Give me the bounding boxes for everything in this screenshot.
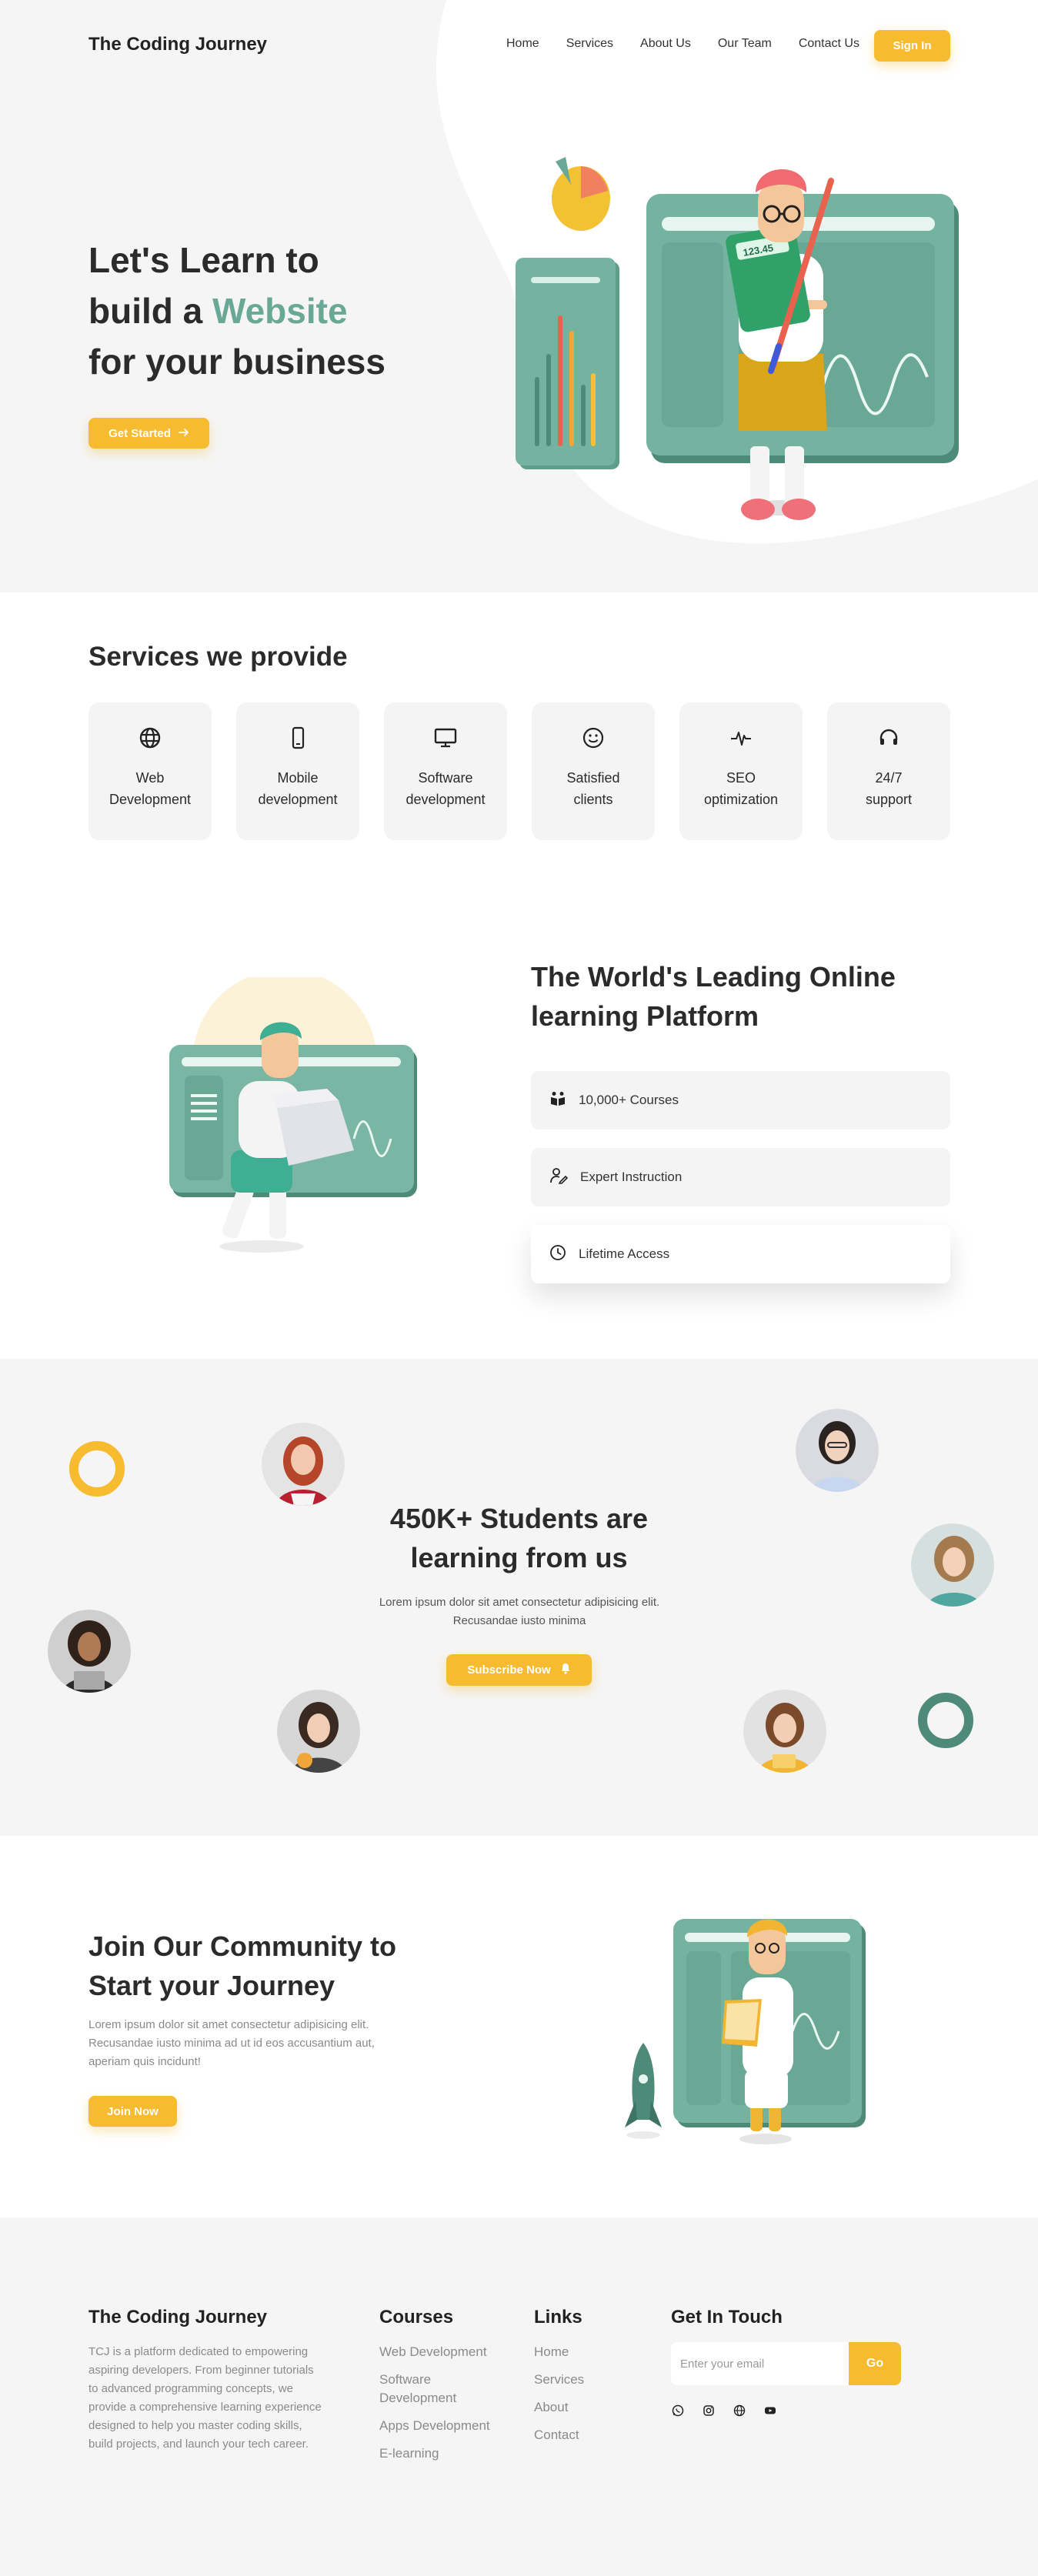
footer-links-list: Home Services About Contact	[534, 2343, 584, 2444]
student-avatar	[48, 1610, 131, 1693]
service-card-seo[interactable]: SEO optimization	[679, 702, 803, 840]
hero-illustration: 123.45	[516, 157, 959, 520]
nav-services[interactable]: Services	[566, 37, 613, 51]
smile-icon	[579, 724, 607, 752]
join-now-button[interactable]: Join Now	[88, 2096, 177, 2127]
community-title: Join Our Community to Start your Journey	[88, 1930, 396, 2001]
service-card-clients[interactable]: Satisfied clients	[532, 702, 655, 840]
headset-icon	[875, 724, 903, 752]
main-nav: Home Services About Us Our Team Contact …	[506, 37, 859, 51]
students-text: Lorem ipsum dolor sit amet consectetur a…	[379, 1596, 660, 1627]
student-avatar	[277, 1690, 360, 1773]
footer-link-contact[interactable]: Contact	[534, 2426, 584, 2444]
bell-icon	[560, 1663, 571, 1677]
feature-lifetime[interactable]: Lifetime Access	[531, 1225, 950, 1283]
globe-icon[interactable]	[733, 2404, 746, 2418]
community-illustration	[625, 1919, 866, 2144]
service-card-software[interactable]: Software development	[384, 702, 507, 840]
student-avatar	[743, 1690, 826, 1773]
pie-chart-graphic	[552, 157, 610, 231]
service-label: Satisfied clients	[566, 770, 620, 807]
email-input[interactable]	[671, 2342, 850, 2385]
service-label: SEO optimization	[703, 770, 779, 807]
get-started-label: Get Started	[108, 426, 171, 440]
feature-label: Lifetime Access	[579, 1246, 670, 1261]
footer-course-link[interactable]: Web Development	[379, 2343, 510, 2361]
footer-course-link[interactable]: Apps Development	[379, 2417, 510, 2435]
get-started-button[interactable]: Get Started	[88, 418, 209, 449]
students-title-text: 450K+ Students are learning from us	[389, 1503, 649, 1573]
services-title: Services we provide	[88, 642, 348, 672]
hero-title-accent: Website	[212, 291, 348, 331]
hero-title-line2: build a Website	[88, 285, 442, 336]
arrow-right-icon	[179, 427, 189, 440]
globe-icon	[136, 724, 164, 752]
service-label: 24/7 support	[865, 770, 913, 807]
hero-title-line2-pre: build a	[88, 291, 212, 331]
social-links	[671, 2404, 777, 2418]
footer-courses-list: Web Development Software Development App…	[379, 2343, 510, 2463]
footer-course-link[interactable]: E-learning	[379, 2444, 510, 2463]
go-button[interactable]: Go	[849, 2342, 901, 2385]
footer-link-home[interactable]: Home	[534, 2343, 584, 2361]
pulse-icon	[727, 724, 755, 752]
nav-home[interactable]: Home	[506, 37, 539, 51]
feature-label: 10,000+ Courses	[579, 1093, 679, 1107]
platform-illustration	[169, 977, 417, 1253]
service-label: Mobile development	[258, 770, 338, 807]
monitor-icon	[432, 724, 459, 752]
book-icon	[549, 1090, 566, 1111]
feature-label: Expert Instruction	[580, 1170, 683, 1184]
footer-contact-heading: Get In Touch	[671, 2307, 783, 2327]
students-title: 450K+ Students are learning from us	[0, 1499, 1038, 1577]
hero-title-line1: Let's Learn to	[88, 240, 319, 280]
instagram-icon[interactable]	[702, 2404, 716, 2418]
footer-brand: The Coding Journey	[88, 2307, 268, 2327]
whatsapp-icon[interactable]	[671, 2404, 685, 2418]
nav-about[interactable]: About Us	[640, 37, 691, 51]
hero-section: 123.45 The Coding Journey Home Services …	[0, 0, 1038, 592]
nav-contact[interactable]: Contact Us	[799, 37, 859, 51]
mobile-icon	[284, 724, 312, 752]
footer-link-services[interactable]: Services	[534, 2371, 584, 2389]
brand-logo[interactable]: The Coding Journey	[88, 34, 267, 55]
footer-link-about[interactable]: About	[534, 2398, 584, 2417]
footer-links-heading: Links	[534, 2307, 582, 2327]
feature-instruction[interactable]: Expert Instruction	[531, 1148, 950, 1206]
feature-courses[interactable]: 10,000+ Courses	[531, 1071, 950, 1130]
nav-team[interactable]: Our Team	[718, 37, 772, 51]
subscribe-label: Subscribe Now	[467, 1663, 551, 1677]
decor-ring-teal	[918, 1693, 973, 1748]
decor-ring-yellow	[69, 1441, 125, 1497]
clock-icon	[549, 1244, 566, 1265]
footer-courses-heading: Courses	[379, 2307, 454, 2327]
instructor-icon	[549, 1167, 569, 1188]
community-text: Lorem ipsum dolor sit amet consectetur a…	[88, 2018, 375, 2068]
sign-in-button[interactable]: Sign In	[874, 30, 950, 62]
student-avatar	[262, 1423, 345, 1506]
hero-title: Let's Learn to build a Website for your …	[88, 235, 442, 387]
platform-title: The World's Leading Online learning Plat…	[531, 961, 896, 1032]
footer-course-link[interactable]: Software Development	[379, 2371, 472, 2407]
hero-title-line3: for your business	[88, 342, 385, 382]
student-avatar	[796, 1409, 879, 1492]
service-label: Web Development	[108, 770, 192, 807]
service-card-mobile[interactable]: Mobile development	[236, 702, 359, 840]
footer-about: TCJ is a platform dedicated to empowerin…	[88, 2345, 322, 2451]
service-label: Software development	[406, 770, 486, 807]
youtube-icon[interactable]	[763, 2404, 777, 2418]
service-card-web[interactable]: Web Development	[88, 702, 212, 840]
subscribe-button[interactable]: Subscribe Now	[446, 1654, 592, 1686]
service-card-support[interactable]: 24/7 support	[827, 702, 950, 840]
